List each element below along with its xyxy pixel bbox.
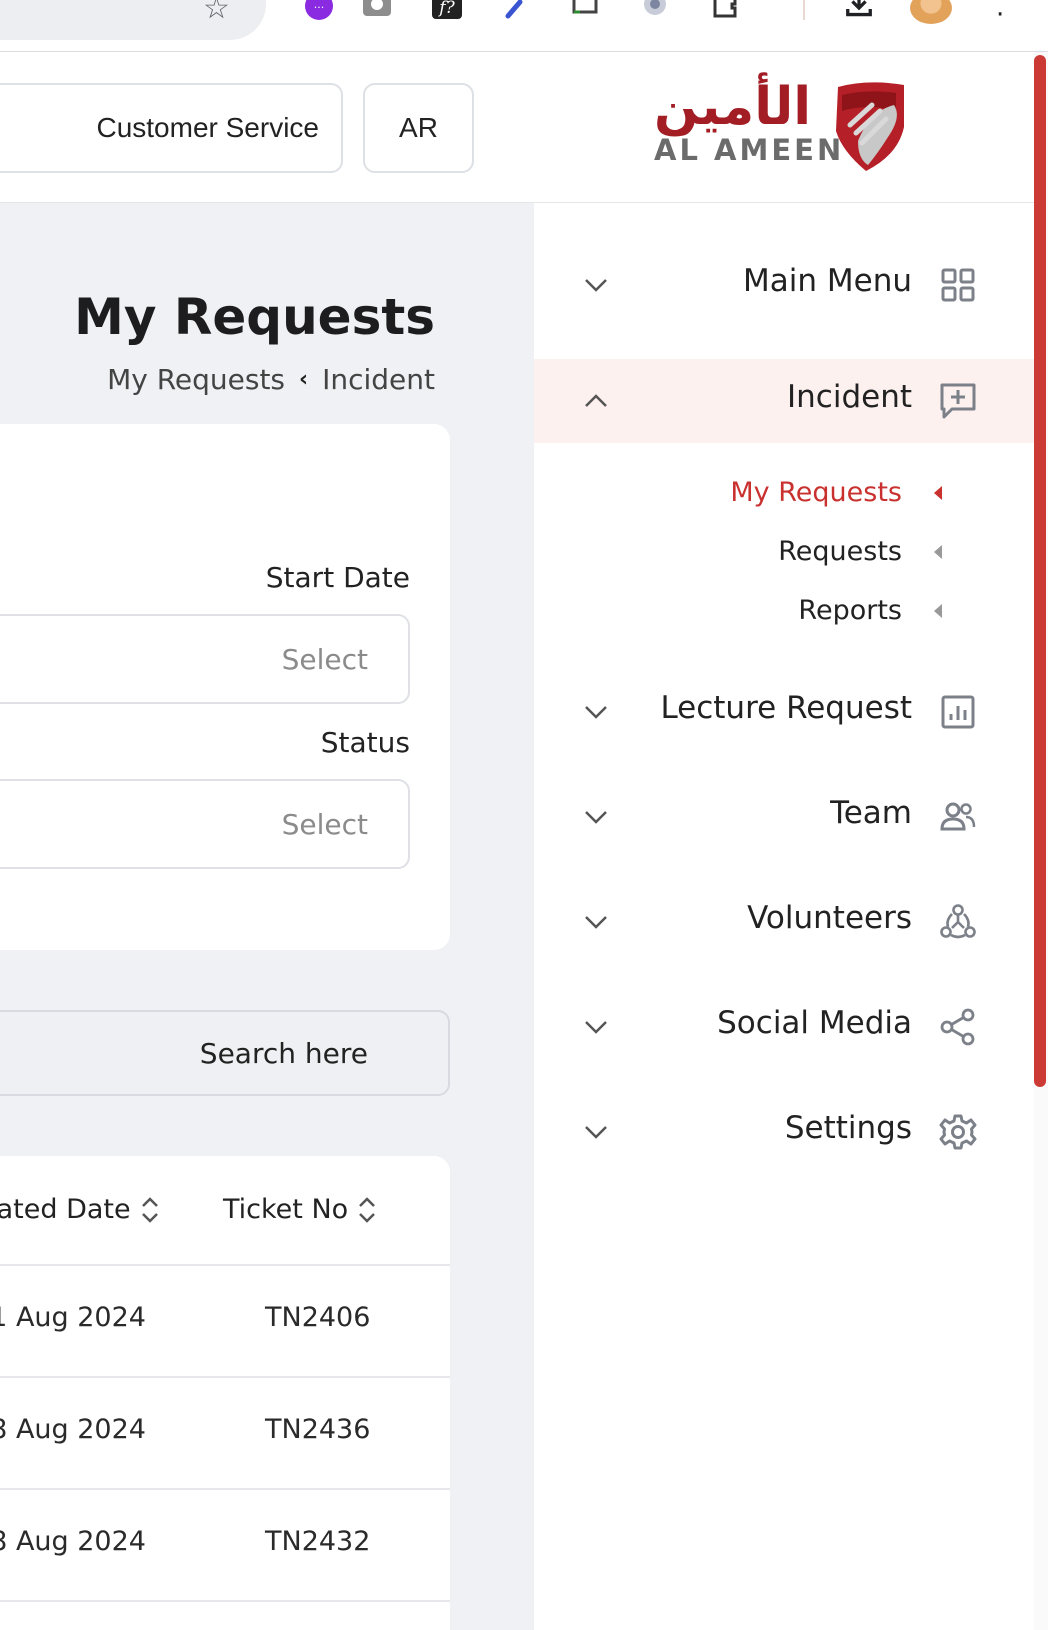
al-ameen-logo[interactable]: الأمين AL AMEEN bbox=[650, 77, 920, 177]
bookmark-star-icon[interactable]: ☆ bbox=[203, 0, 230, 24]
table-row[interactable]: 28 Aug 2024 TN2436 bbox=[0, 1378, 450, 1490]
app-header: Customer Service AR الأمين AL AMEEN bbox=[0, 52, 1048, 203]
table-row[interactable]: 28 Aug 2024 TN2432 bbox=[0, 1490, 450, 1602]
chat-plus-icon bbox=[940, 383, 976, 419]
sidebar-item-label: Incident bbox=[787, 379, 912, 415]
status-label: Status bbox=[320, 726, 410, 759]
chevron-down-icon bbox=[585, 706, 607, 719]
column-header-label: eated Date bbox=[0, 1194, 131, 1225]
volunteers-icon bbox=[940, 904, 976, 939]
sidebar-item-settings[interactable]: Settings bbox=[534, 1090, 1034, 1174]
sidebar-item-label: Settings bbox=[784, 1110, 912, 1146]
search-input[interactable]: Search here bbox=[0, 1010, 450, 1096]
caret-left-icon bbox=[934, 545, 942, 559]
caret-left-icon bbox=[934, 486, 942, 500]
cell-ticket-no[interactable]: TN2406 bbox=[265, 1302, 370, 1333]
sidebar-subitem-my-requests[interactable]: My Requests bbox=[534, 469, 1034, 519]
chevron-down-icon bbox=[585, 1126, 607, 1139]
sidebar-item-label: Volunteers bbox=[747, 900, 912, 936]
extension-purple-icon[interactable]: ··· bbox=[304, 0, 334, 22]
sidebar-item-team[interactable]: Team bbox=[534, 775, 1034, 859]
chevron-down-icon bbox=[585, 811, 607, 824]
sidebar-item-volunteers[interactable]: Volunteers bbox=[534, 880, 1034, 964]
sidebar-subitem-label: Reports bbox=[798, 595, 902, 626]
sidebar-item-label: Main Menu bbox=[743, 263, 912, 299]
chevron-down-icon bbox=[585, 916, 607, 929]
breadcrumb: My Requests ‹ Incident bbox=[107, 363, 435, 396]
sidebar: Main Menu Incident My Requests Requests … bbox=[534, 203, 1034, 1630]
profile-avatar[interactable] bbox=[910, 0, 952, 24]
camera-extension-icon[interactable] bbox=[362, 0, 392, 22]
sidebar-item-incident[interactable]: Incident bbox=[534, 359, 1034, 443]
logo-shield-icon bbox=[836, 82, 904, 171]
formula-extension-icon[interactable]: f? bbox=[432, 0, 462, 22]
breadcrumb-parent[interactable]: Incident bbox=[322, 363, 435, 396]
chevron-up-icon bbox=[585, 394, 607, 407]
logo-english-text: AL AMEEN bbox=[654, 133, 845, 167]
column-header-created-date[interactable]: eated Date bbox=[0, 1194, 161, 1225]
column-header-ticket-no[interactable]: Ticket No bbox=[223, 1194, 378, 1225]
status-select[interactable]: Select bbox=[0, 779, 410, 869]
sidebar-subitem-label: My Requests bbox=[730, 477, 902, 508]
language-toggle-button[interactable]: AR bbox=[363, 83, 474, 173]
pen-extension-icon[interactable] bbox=[500, 0, 530, 22]
cell-created-date: 28 Aug 2024 bbox=[0, 1526, 146, 1557]
requests-table: eated Date Ticket No 21 Aug 2024 TN2406 … bbox=[0, 1156, 450, 1630]
svg-text:f?: f? bbox=[437, 0, 455, 18]
browser-toolbar: ☆ ··· f? ·· bbox=[0, 0, 1048, 52]
browser-menu-icon[interactable]: ·· bbox=[996, 0, 1004, 28]
logo-arabic-text: الأمين bbox=[654, 77, 812, 137]
shield-extension-icon[interactable] bbox=[640, 0, 670, 22]
cell-ticket-no[interactable]: TN2432 bbox=[265, 1526, 370, 1557]
app-window: ☆ ··· f? ·· Customer Service AR bbox=[0, 0, 1048, 1630]
sidebar-item-label: Social Media bbox=[717, 1005, 912, 1041]
people-icon bbox=[940, 802, 976, 831]
start-date-label: Start Date bbox=[265, 561, 410, 594]
sidebar-item-lecture-request[interactable]: Lecture Request bbox=[534, 670, 1034, 754]
sidebar-subitem-reports[interactable]: Reports bbox=[534, 587, 1034, 637]
customer-service-button[interactable]: Customer Service bbox=[0, 83, 343, 173]
sidebar-subitem-label: Requests bbox=[778, 536, 902, 567]
sidebar-item-label: Team bbox=[830, 795, 912, 831]
breadcrumb-current[interactable]: My Requests bbox=[107, 363, 285, 396]
sort-icon bbox=[359, 1196, 376, 1223]
sidebar-item-social-media[interactable]: Social Media bbox=[534, 985, 1034, 1069]
start-date-select[interactable]: Select bbox=[0, 614, 410, 704]
cell-created-date: 28 Aug 2024 bbox=[0, 1414, 146, 1445]
chevron-down-icon bbox=[585, 1021, 607, 1034]
sort-icon bbox=[141, 1196, 158, 1223]
caret-left-icon bbox=[934, 604, 942, 618]
table-header-row: eated Date Ticket No bbox=[0, 1156, 450, 1266]
cell-ticket-no[interactable]: TN2436 bbox=[265, 1414, 370, 1445]
breadcrumb-chevron-left-icon: ‹ bbox=[299, 367, 309, 392]
report-chart-icon bbox=[941, 695, 975, 729]
screenshot-extension-icon[interactable] bbox=[570, 0, 600, 22]
gear-icon bbox=[939, 1114, 977, 1150]
grid-icon bbox=[941, 268, 975, 302]
sidebar-subitem-requests[interactable]: Requests bbox=[534, 528, 1034, 578]
filter-card: Start Date Select Status Select bbox=[0, 424, 450, 950]
table-row[interactable]: 21 Aug 2024 TN2406 bbox=[0, 1266, 450, 1378]
sidebar-item-label: Lecture Request bbox=[660, 690, 912, 726]
share-icon bbox=[940, 1008, 975, 1046]
cell-created-date: 21 Aug 2024 bbox=[0, 1302, 146, 1333]
sidebar-item-main-menu[interactable]: Main Menu bbox=[534, 243, 1034, 327]
main-content: My Requests My Requests ‹ Incident Start… bbox=[0, 203, 534, 1630]
page-title: My Requests bbox=[74, 288, 435, 346]
extensions-puzzle-icon[interactable] bbox=[710, 0, 740, 22]
page-scrollbar-thumb[interactable] bbox=[1034, 55, 1046, 1087]
toolbar-divider bbox=[803, 0, 805, 20]
chevron-down-icon bbox=[585, 279, 607, 292]
svg-text:···: ··· bbox=[314, 1, 325, 14]
column-header-label: Ticket No bbox=[223, 1194, 349, 1225]
download-icon[interactable] bbox=[844, 0, 874, 22]
